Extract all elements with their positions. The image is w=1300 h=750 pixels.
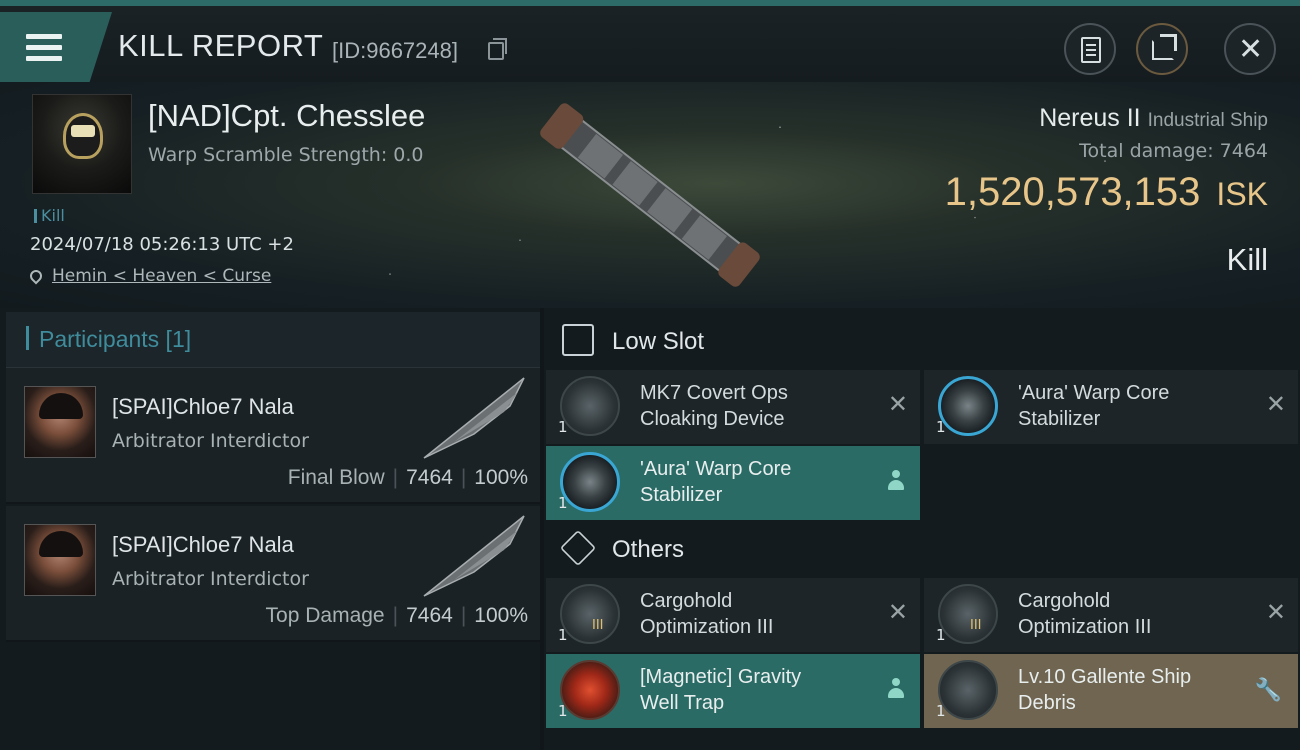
menu-button[interactable] (0, 12, 112, 82)
gravity-well-trap-icon (560, 660, 620, 720)
total-damage-label: Total damage: (1079, 140, 1214, 162)
participant-damage: 7464 (406, 604, 453, 627)
module-item[interactable]: 1 MK7 Covert Ops Cloaking Device ✕ (546, 370, 920, 444)
participant-row[interactable]: [SPAI]Chloe7 Nala Arbitrator Interdictor… (6, 506, 540, 642)
module-item[interactable]: III 1 Cargohold Optimization III ✕ (546, 578, 920, 652)
victim-name[interactable]: [NAD]Cpt. Chesslee (148, 98, 425, 134)
participant-name: [SPAI]Chloe7 Nala (112, 532, 294, 557)
module-name: Cargohold Optimization III (640, 590, 774, 638)
others-title: Others (612, 536, 685, 563)
location-pin-icon (27, 267, 45, 285)
module-name: [Magnetic] Gravity Well Trap (640, 666, 802, 714)
isk-unit: ISK (1216, 176, 1268, 212)
module-item[interactable]: III 1 Cargohold Optimization III ✕ (924, 578, 1298, 652)
participant-row[interactable]: [SPAI]Chloe7 Nala Arbitrator Interdictor… (6, 368, 540, 504)
warp-scramble-strength: Warp Scramble Strength: 0.0 (148, 144, 424, 166)
module-name: Cargohold Optimization III (1018, 590, 1152, 638)
victim-summary: [NAD]Cpt. Chesslee Warp Scramble Strengt… (0, 82, 1300, 308)
share-button[interactable] (1136, 23, 1188, 75)
modules-panel: Low Slot 1 MK7 Covert Ops Cloaking Device… (544, 308, 1300, 750)
cargohold-icon (560, 584, 620, 644)
destroyed-icon: ✕ (887, 598, 908, 626)
module-item[interactable]: 1 Lv.10 Gallente Ship Debris 🔧 (924, 654, 1298, 728)
report-id: [ID:9667248] (332, 38, 458, 63)
cloaking-device-icon (560, 376, 620, 436)
page-title: KILL REPORT (118, 28, 324, 63)
module-item[interactable]: 1 'Aura' Warp Core Stabilizer ✕ (924, 370, 1298, 444)
participant-avatar[interactable] (24, 524, 96, 596)
total-damage-value: 7464 (1219, 140, 1268, 162)
participant-percent: 100% (474, 466, 528, 489)
low-slot-title: Low Slot (612, 328, 705, 355)
module-qty: 1 (558, 702, 568, 720)
isk-amount: 1,520,573,153 (944, 170, 1201, 214)
cube-icon (559, 529, 597, 567)
low-slot-icon (562, 324, 594, 356)
victim-avatar[interactable] (32, 94, 132, 194)
participant-ship: Arbitrator Interdictor (112, 430, 309, 452)
ship-debris-icon (938, 660, 998, 720)
kill-location[interactable]: Hemin < Heaven < Curse (27, 266, 271, 286)
kill-result: Kill (1226, 242, 1268, 277)
dropped-person-icon (888, 470, 904, 492)
participant-stats: Final Blow | 7464 | 100% (287, 466, 528, 489)
wrench-icon: 🔧 (1254, 678, 1282, 703)
participant-damage: 7464 (406, 466, 453, 489)
module-name: 'Aura' Warp Core Stabilizer (1018, 382, 1170, 430)
copy-icon[interactable] (488, 38, 507, 60)
participants-title: Participants [1] (26, 326, 191, 353)
victim-ship-image (540, 103, 760, 287)
participant-percent: 100% (474, 604, 528, 627)
participant-ship-image (423, 377, 525, 459)
participant-ship: Arbitrator Interdictor (112, 568, 309, 590)
kill-tag: Kill (34, 206, 65, 225)
participant-ship-image (423, 515, 525, 597)
ship-name: Nereus II (1039, 104, 1141, 132)
clipboard-icon (1081, 37, 1101, 63)
module-name: 'Aura' Warp Core Stabilizer (640, 458, 792, 506)
isk-value: 1,520,573,153 ISK (945, 170, 1268, 215)
low-slot-header: Low Slot (544, 310, 1300, 370)
module-name: Lv.10 Gallente Ship Debris (1018, 666, 1192, 714)
module-qty: 1 (558, 418, 568, 436)
clipboard-button[interactable] (1064, 23, 1116, 75)
warp-core-stabilizer-icon (560, 452, 620, 512)
menu-icon (26, 34, 62, 64)
participant-role: Top Damage (265, 604, 385, 627)
module-qty: 1 (936, 702, 946, 720)
close-button[interactable]: ✕ (1224, 23, 1276, 75)
kill-datetime: 2024/07/18 05:26:13 UTC +2 (30, 234, 294, 255)
module-qty: 1 (558, 494, 568, 512)
share-icon (1152, 34, 1177, 60)
participant-avatar[interactable] (24, 386, 96, 458)
cargohold-icon (938, 584, 998, 644)
top-bar: KILL REPORT [ID:9667248] ✕ (0, 0, 1300, 82)
others-header: Others (544, 518, 1300, 578)
module-item[interactable]: 1 'Aura' Warp Core Stabilizer (546, 446, 920, 520)
dropped-person-icon (888, 678, 904, 700)
module-qty: 1 (558, 626, 568, 644)
victim-ship: Nereus II Industrial Ship (1039, 104, 1268, 133)
module-name: MK7 Covert Ops Cloaking Device (640, 382, 788, 430)
destroyed-icon: ✕ (1265, 390, 1286, 418)
destroyed-icon: ✕ (887, 390, 908, 418)
ship-class: Industrial Ship (1147, 110, 1268, 131)
module-qty: 1 (936, 418, 946, 436)
location-link[interactable]: Hemin < Heaven < Curse (52, 266, 271, 286)
participant-stats: Top Damage | 7464 | 100% (265, 604, 528, 627)
close-icon: ✕ (1238, 32, 1264, 67)
module-item[interactable]: 1 [Magnetic] Gravity Well Trap (546, 654, 920, 728)
participants-panel: Participants [1] [SPAI]Chloe7 Nala Arbit… (0, 308, 540, 750)
participants-header[interactable]: Participants [1] (6, 312, 540, 368)
warp-core-stabilizer-icon (938, 376, 998, 436)
destroyed-icon: ✕ (1265, 598, 1286, 626)
total-damage: Total damage: 7464 (1079, 140, 1268, 162)
participant-role: Final Blow (287, 466, 385, 489)
participant-name: [SPAI]Chloe7 Nala (112, 394, 294, 419)
module-qty: 1 (936, 626, 946, 644)
